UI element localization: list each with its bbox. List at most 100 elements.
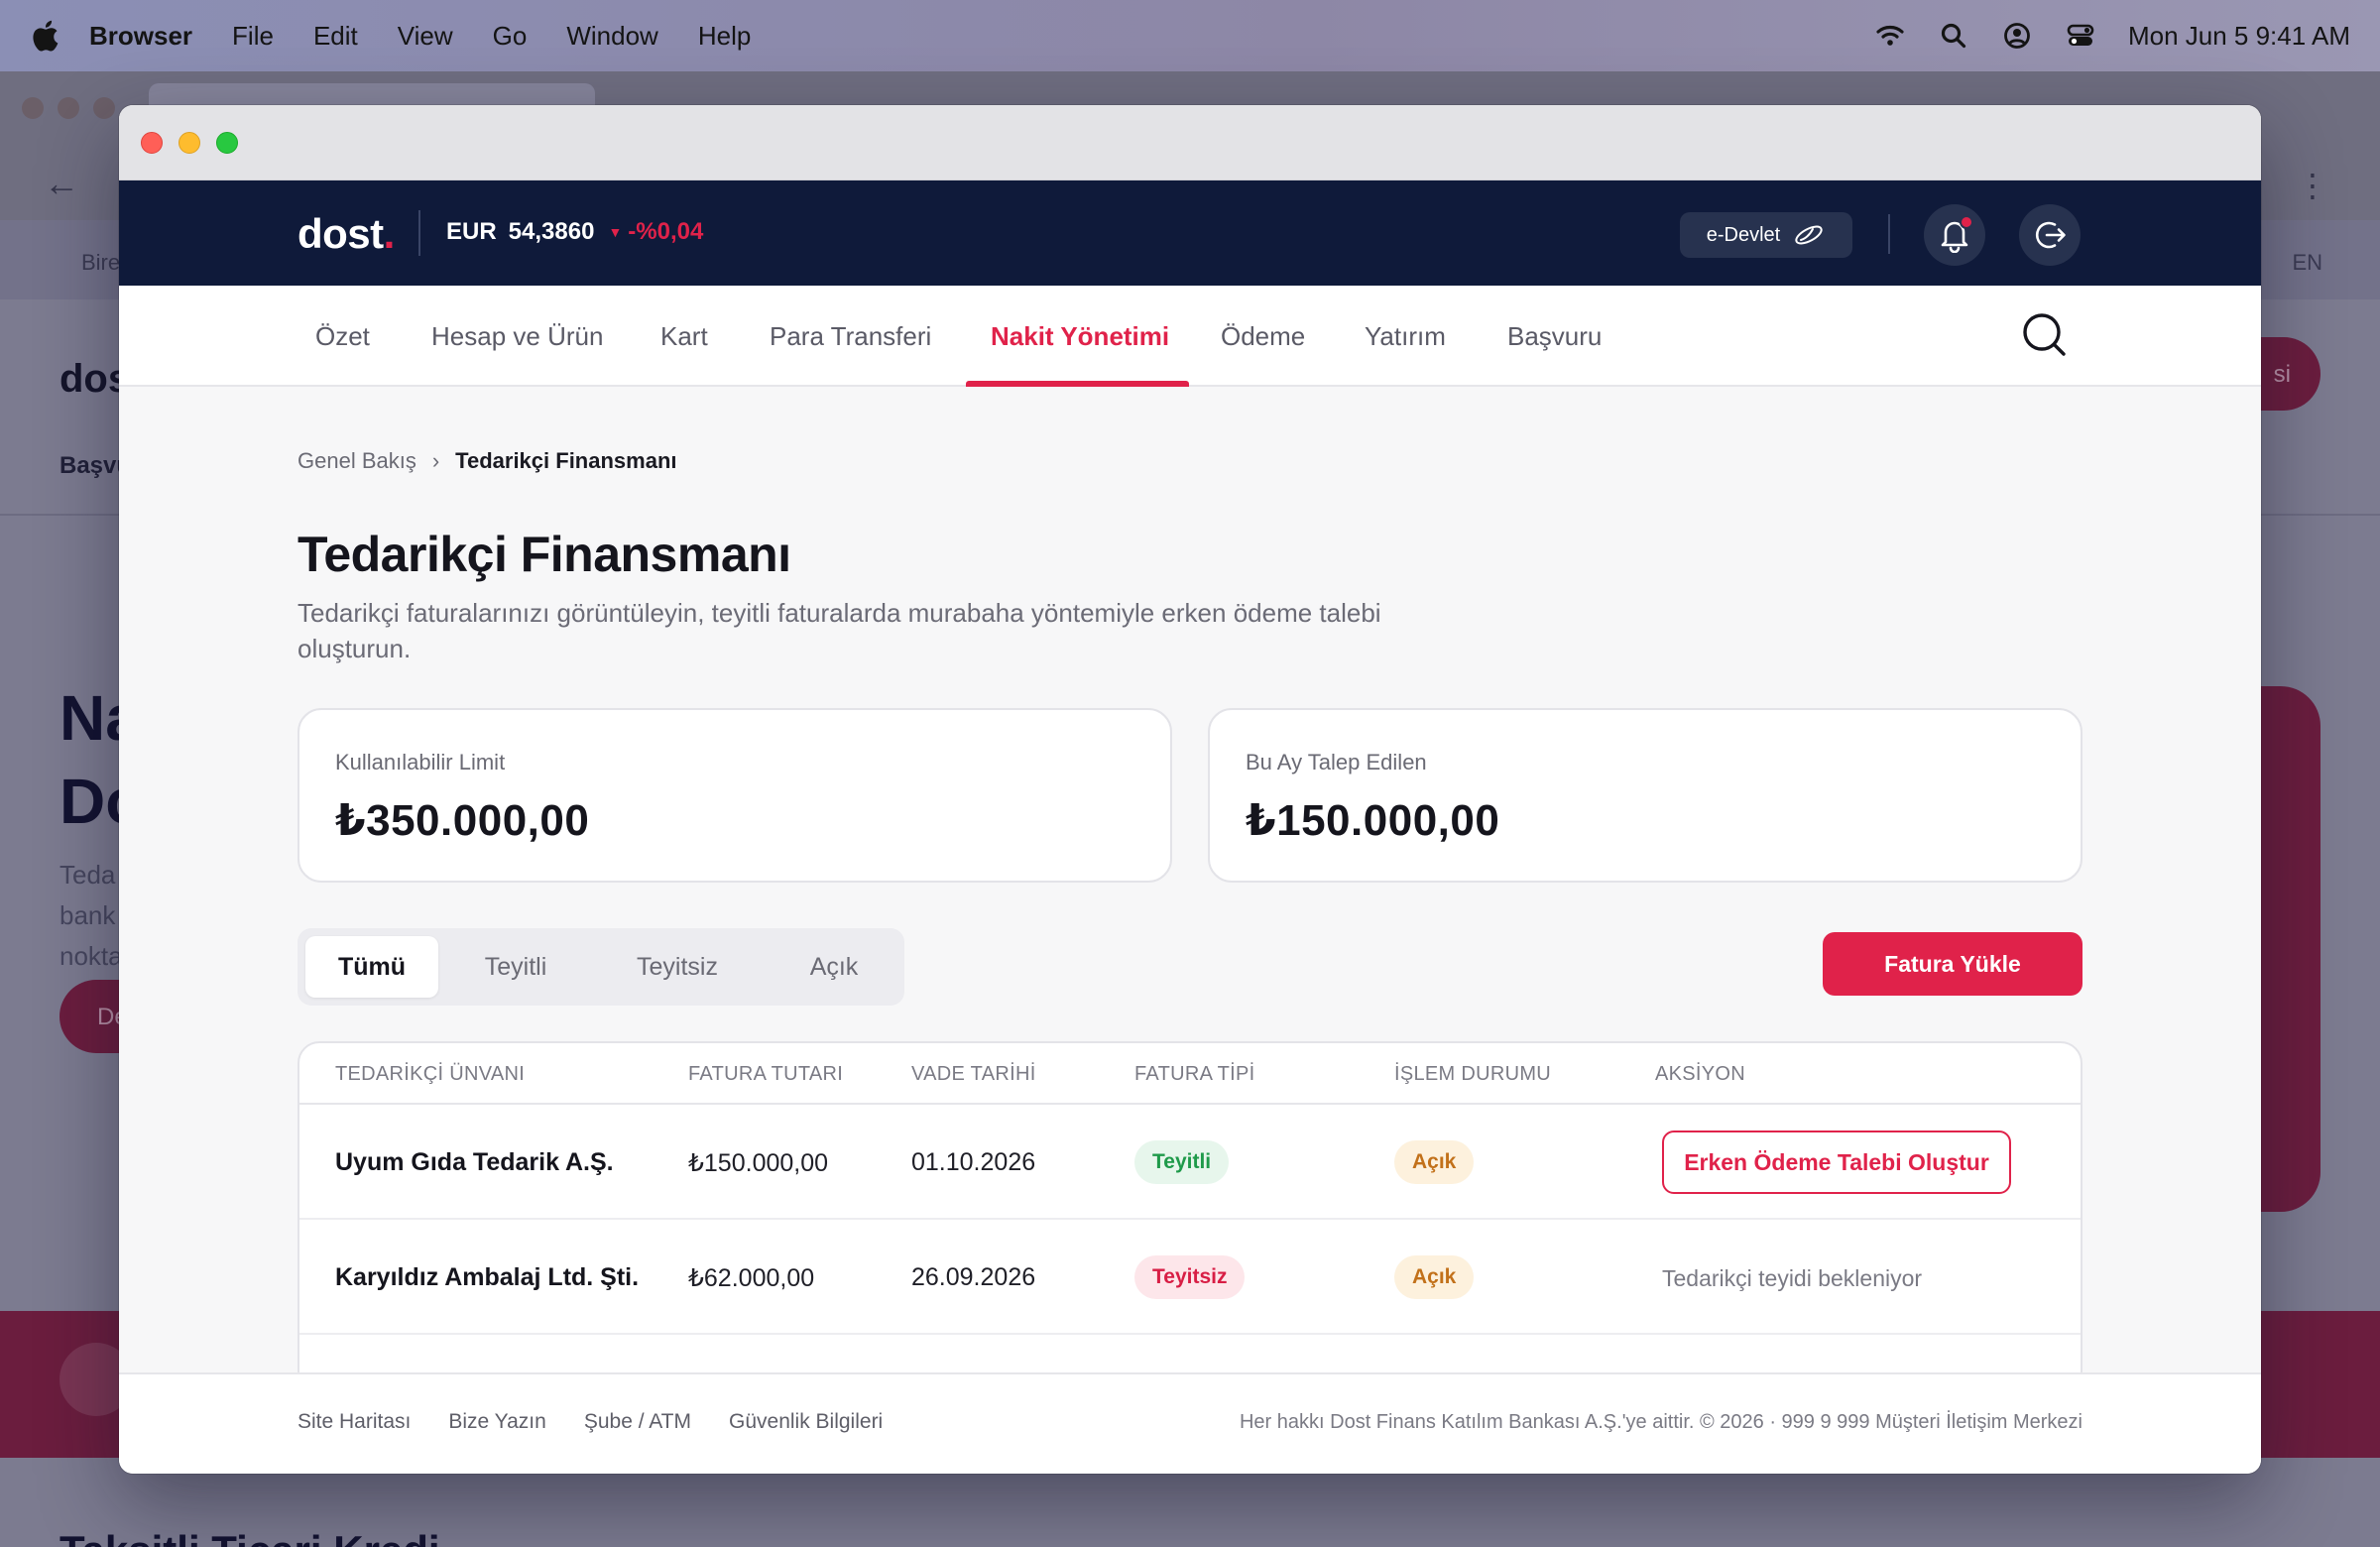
- nav-item-basvuru[interactable]: Başvuru: [1507, 321, 1602, 352]
- invoice-amount: ₺150.000,00: [688, 1149, 829, 1177]
- background-hero-sub-line-1: Teda: [60, 860, 116, 890]
- nav-item-hesap-ve-urun[interactable]: Hesap ve Ürün: [431, 321, 603, 352]
- menu-help[interactable]: Help: [698, 21, 751, 52]
- edevlet-button[interactable]: e-Devlet: [1680, 212, 1852, 258]
- menu-app-name[interactable]: Browser: [89, 21, 192, 52]
- brand-logo[interactable]: dost.: [298, 210, 395, 258]
- column-header-invoice-type[interactable]: FATURA TİPİ: [1134, 1063, 1254, 1086]
- breadcrumb-parent[interactable]: Genel Bakış: [298, 448, 416, 474]
- background-hero-sub-line-2: bank: [60, 900, 116, 930]
- page-footer: Site Haritası Bize Yazın Şube / ATM Güve…: [119, 1372, 2261, 1474]
- available-limit-label: Kullanılabilir Limit: [335, 750, 506, 774]
- apple-icon[interactable]: [30, 19, 60, 53]
- footer-links: Site Haritası Bize Yazın Şube / ATM Güve…: [298, 1410, 883, 1434]
- background-segment-label: Bire: [81, 250, 121, 275]
- maximize-window-button[interactable]: [216, 132, 238, 154]
- invoice-type-badge: Teyitsiz: [1134, 1255, 1246, 1299]
- search-icon[interactable]: [2021, 311, 2069, 359]
- browser-window: dost. EUR 54,3860 ▼ -%0,04 e-Devlet Özet…: [119, 105, 2261, 1474]
- main-navigation: Özet Hesap ve Ürün Kart Para Transferi N…: [119, 286, 2261, 387]
- awaiting-confirmation-text: Tedarikçi teyidi bekleniyor: [1662, 1265, 1923, 1291]
- menu-edit[interactable]: Edit: [313, 21, 358, 52]
- fx-rate: 54,3860: [508, 218, 595, 245]
- window-titlebar[interactable]: [119, 105, 2261, 180]
- edevlet-logo-icon: [1795, 225, 1823, 245]
- background-traffic-lights: [22, 97, 115, 119]
- fx-change: -%0,04: [628, 218, 704, 245]
- background-hero-sub-line-3: nokta: [60, 941, 123, 971]
- kebab-menu-icon: ⋮: [2297, 168, 2328, 203]
- status-badge: Açık: [1394, 1140, 1475, 1184]
- notifications-button[interactable]: [1924, 204, 1985, 266]
- menu-view[interactable]: View: [398, 21, 453, 52]
- invoice-type-badge: Teyitli: [1134, 1140, 1230, 1184]
- footer-link-sitemap[interactable]: Site Haritası: [298, 1410, 411, 1434]
- column-header-supplier[interactable]: TEDARİKÇİ ÜNVANI: [335, 1063, 525, 1086]
- invoice-filter-tabs: Tümü Teyitli Teyitsiz Açık: [298, 928, 904, 1006]
- supplier-name: Karyıldız Ambalaj Ltd. Şti.: [335, 1263, 640, 1291]
- logout-icon: [2035, 221, 2066, 249]
- early-payment-request-button[interactable]: Erken Ödeme Talebi Oluştur: [1662, 1130, 2011, 1194]
- nav-item-nakit-yonetimi[interactable]: Nakit Yönetimi: [991, 321, 1169, 352]
- background-section-title: Taksitli Ticari Kredi: [60, 1527, 440, 1547]
- notification-badge: [1960, 215, 1973, 229]
- table-row[interactable]: Uyum Gıda Tedarik A.Ş. ₺150.000,00 01.10…: [299, 1105, 2081, 1220]
- table-header: TEDARİKÇİ ÜNVANI FATURA TUTARI VADE TARİ…: [299, 1043, 2081, 1105]
- table-row[interactable]: Karyıldız Ambalaj Ltd. Şti. ₺62.000,00 2…: [299, 1220, 2081, 1335]
- column-header-status[interactable]: İŞLEM DURUMU: [1394, 1063, 1551, 1086]
- fx-ticker: EUR 54,3860 ▼ -%0,04: [446, 218, 703, 246]
- menu-file[interactable]: File: [232, 21, 274, 52]
- footer-link-security[interactable]: Güvenlik Bilgileri: [729, 1410, 883, 1434]
- requested-this-month-card: Bu Ay Talep Edilen ₺150.000,00: [1208, 708, 2082, 883]
- traffic-lights: [141, 132, 238, 154]
- footer-link-contact[interactable]: Bize Yazın: [448, 1410, 545, 1434]
- breadcrumb-current: Tedarikçi Finansmanı: [455, 448, 677, 473]
- nav-item-ozet[interactable]: Özet: [315, 321, 370, 352]
- available-limit-value: ₺350.000,00: [335, 796, 590, 845]
- menu-go[interactable]: Go: [493, 21, 528, 52]
- user-icon[interactable]: [2001, 20, 2033, 52]
- column-header-action: AKSİYON: [1655, 1063, 1746, 1085]
- column-header-amount[interactable]: FATURA TUTARI: [688, 1063, 843, 1086]
- supplier-name: Uyum Gıda Tedarik A.Ş.: [335, 1148, 614, 1176]
- footer-link-branch-atm[interactable]: Şube / ATM: [584, 1410, 691, 1434]
- nav-item-yatirim[interactable]: Yatırım: [1365, 321, 1446, 352]
- logout-button[interactable]: [2019, 204, 2081, 266]
- page-subtitle: Tedarikçi faturalarınızı görüntüleyin, t…: [298, 598, 1381, 663]
- status-badge: Açık: [1394, 1255, 1475, 1299]
- chevron-right-icon: ›: [431, 448, 440, 473]
- nav-item-odeme[interactable]: Ödeme: [1221, 321, 1305, 352]
- fx-currency: EUR: [446, 218, 497, 245]
- requested-this-month-label: Bu Ay Talep Edilen: [1246, 750, 1427, 774]
- filter-tab-all[interactable]: Tümü: [305, 936, 438, 998]
- upload-invoice-button[interactable]: Fatura Yükle: [1823, 932, 2082, 996]
- filter-tab-unconfirmed[interactable]: Teyitsiz: [595, 936, 760, 998]
- down-arrow-icon: ▼: [608, 224, 623, 240]
- breadcrumb: Genel Bakış › Tedarikçi Finansmanı: [298, 448, 677, 474]
- page-title: Tedarikçi Finansmanı: [298, 527, 791, 582]
- edevlet-label: e-Devlet: [1706, 223, 1781, 246]
- background-hero-subtitle: Teda bank nokta: [60, 855, 123, 977]
- invoice-table: TEDARİKÇİ ÜNVANI FATURA TUTARI VADE TARİ…: [298, 1041, 2082, 1382]
- requested-this-month-value: ₺150.000,00: [1246, 796, 1500, 845]
- wifi-icon[interactable]: [1874, 20, 1906, 52]
- macos-menubar: Browser File Edit View Go Window Help Mo…: [0, 0, 2380, 71]
- search-icon[interactable]: [1938, 20, 1969, 52]
- close-window-button[interactable]: [141, 132, 163, 154]
- bank-header: dost. EUR 54,3860 ▼ -%0,04 e-Devlet: [119, 180, 2261, 286]
- brand-name: dost: [298, 210, 384, 257]
- filter-tab-open[interactable]: Açık: [770, 936, 898, 998]
- menubar-clock[interactable]: Mon Jun 5 9:41 AM: [2128, 21, 2350, 52]
- filter-tab-confirmed[interactable]: Teyitli: [446, 936, 585, 998]
- invoice-amount: ₺62.000,00: [688, 1264, 815, 1292]
- nav-item-kart[interactable]: Kart: [660, 321, 708, 352]
- column-header-due-date[interactable]: VADE TARİHİ: [911, 1063, 1036, 1086]
- nav-item-para-transferi[interactable]: Para Transferi: [770, 321, 931, 352]
- footer-copyright: Her hakkı Dost Finans Katılım Bankası A.…: [1239, 1411, 2082, 1433]
- minimize-window-button[interactable]: [178, 132, 200, 154]
- control-center-icon[interactable]: [2065, 20, 2096, 52]
- menu-window[interactable]: Window: [566, 21, 657, 52]
- due-date: 26.09.2026: [911, 1263, 1036, 1291]
- background-language-label: EN: [2292, 250, 2322, 275]
- header-divider-2: [1888, 214, 1890, 254]
